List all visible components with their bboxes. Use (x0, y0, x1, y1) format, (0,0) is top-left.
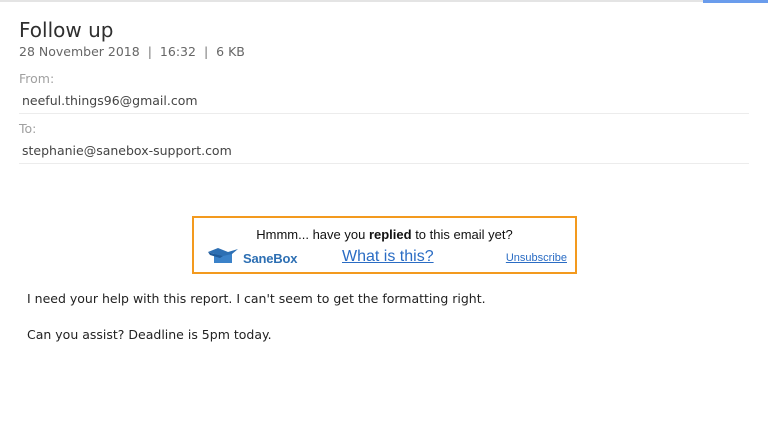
unsubscribe-link[interactable]: Unsubscribe (506, 252, 567, 264)
sanebox-logo[interactable]: SaneBox (208, 248, 298, 268)
sanebox-logo-text: SaneBox (243, 250, 298, 266)
meta-separator: | (147, 44, 152, 59)
sanebox-question-suffix: to this email yet? (411, 227, 513, 242)
sanebox-question-bold: replied (368, 227, 412, 242)
body-paragraph: Can you assist? Deadline is 5pm today. (27, 327, 272, 342)
sanebox-question: Hmmm... have you replied to this email y… (194, 227, 575, 242)
from-divider (19, 113, 749, 114)
sanebox-question-prefix: Hmmm... have you (256, 227, 369, 242)
to-label: To: (19, 121, 37, 136)
to-address[interactable]: stephanie@sanebox-support.com (22, 143, 232, 159)
body-paragraph: I need your help with this report. I can… (27, 291, 486, 306)
sanebox-reminder-banner: Hmmm... have you replied to this email y… (192, 216, 577, 274)
box-icon (208, 248, 238, 268)
top-border (0, 0, 768, 2)
from-label: From: (19, 71, 55, 86)
email-time: 16:32 (159, 44, 196, 59)
what-is-this-link[interactable]: What is this? (342, 248, 434, 266)
from-address[interactable]: neeful.things96@gmail.com (22, 93, 198, 109)
email-meta: 28 November 2018 | 16:32 | 6 KB (19, 44, 245, 60)
email-date: 28 November 2018 (19, 44, 140, 59)
email-subject: Follow up (19, 18, 114, 42)
top-accent-bar (703, 0, 768, 3)
email-size: 6 KB (216, 44, 245, 59)
to-divider (19, 163, 749, 164)
meta-separator: | (203, 44, 209, 59)
email-view: Follow up 28 November 2018 | 16:32 | 6 KB Fr… (0, 0, 768, 438)
